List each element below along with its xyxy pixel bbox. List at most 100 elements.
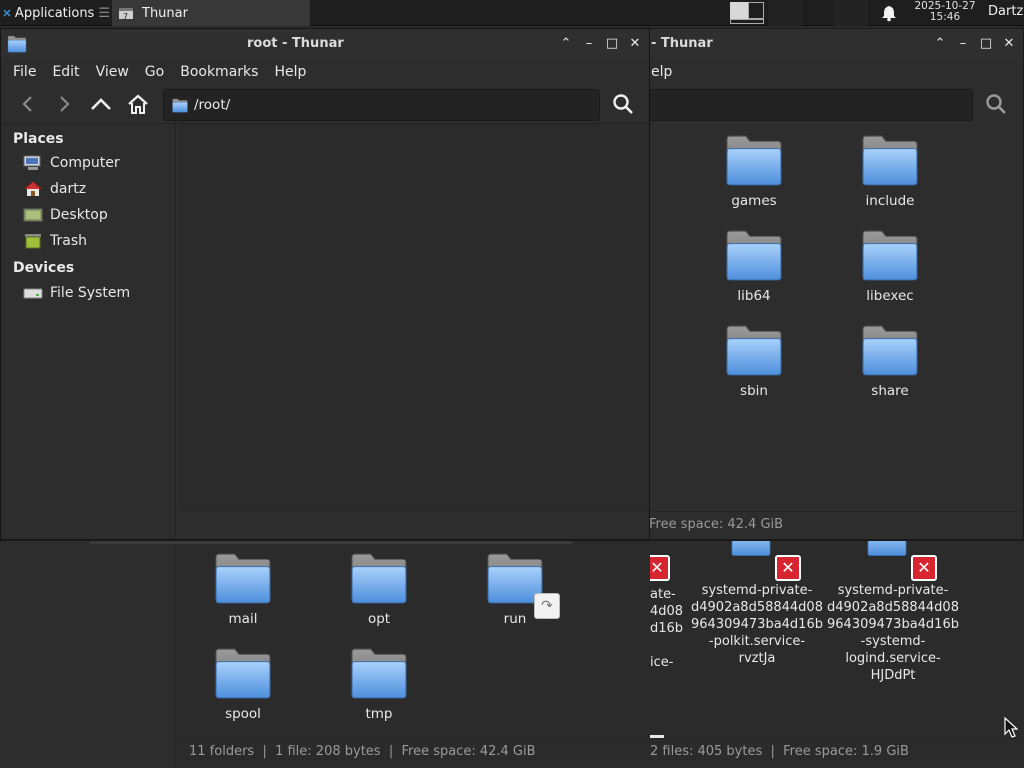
- folder-label-line: d4902a8d58844d08: [691, 600, 823, 615]
- sidebar: Places Computer dartz Desktop Trash Devi…: [1, 123, 176, 539]
- folder-item[interactable]: ↷ run: [447, 551, 583, 628]
- private-folder-item[interactable]: ✕ ate- 4d08 d16b ice-: [650, 555, 683, 671]
- sidebar-item-dartz[interactable]: dartz: [1, 176, 175, 202]
- trash-icon: [25, 234, 41, 249]
- folder-label: sbin: [740, 383, 768, 399]
- folder-icon: [725, 323, 783, 377]
- menu-file[interactable]: File: [5, 59, 44, 85]
- folder-item[interactable]: libexec: [822, 228, 958, 305]
- back-sidebar: [0, 541, 175, 768]
- panel-clock[interactable]: 2025-10-27 15:46: [906, 1, 984, 23]
- forward-button[interactable]: [49, 89, 79, 119]
- workspace-switcher[interactable]: [728, 0, 766, 26]
- folder-item[interactable]: opt: [311, 551, 447, 628]
- back-close-button[interactable]: ✕: [1000, 35, 1018, 53]
- sidebar-item-file-system[interactable]: File System: [1, 280, 175, 306]
- folder-icon: [214, 551, 272, 605]
- svg-text:7: 7: [123, 12, 128, 21]
- file-view-area[interactable]: [177, 123, 649, 511]
- search-button[interactable]: [608, 89, 638, 119]
- window-titlebar[interactable]: root - Thunar ⌃ – □ ✕: [1, 29, 649, 59]
- search-icon: [613, 94, 633, 114]
- thunar-icon: 7: [119, 8, 133, 21]
- back-right-statusbar: 2 files: 405 bytes | Free space: 1.9 GiB: [650, 738, 1024, 764]
- folder-item[interactable]: spool: [175, 646, 311, 723]
- taskbar-thunar-button[interactable]: 7 Thunar: [112, 0, 310, 26]
- clock-time: 15:46: [929, 11, 961, 23]
- top-panel: Applications ☰ 7 Thunar 2025-10-27 15:46…: [0, 0, 1024, 26]
- panel-separator: [768, 0, 802, 26]
- folder-label: include: [865, 193, 915, 209]
- folder-item[interactable]: include: [822, 133, 958, 210]
- folder-icon: [350, 646, 408, 700]
- sidebar-item-label: Trash: [50, 233, 87, 249]
- sidebar-devices-header: Devices: [13, 260, 75, 276]
- folder-icon: [172, 98, 188, 113]
- notification-bell-icon[interactable]: [880, 4, 898, 22]
- back-menu-help[interactable]: elp: [649, 59, 680, 85]
- menu-separator-icon: ☰: [98, 5, 110, 21]
- back-minimize-button[interactable]: –: [954, 35, 972, 53]
- location-path: /root/: [194, 97, 231, 113]
- arrow-right-icon: [60, 96, 70, 112]
- folder-label-line: -polkit.service-: [708, 634, 806, 649]
- shade-button[interactable]: ⌃: [557, 35, 575, 53]
- back-window-lower-area: mail opt ↷ run spool tmp ✕ ate- 4d08 d16…: [0, 540, 1024, 768]
- back-search-button[interactable]: [981, 89, 1011, 119]
- scroll-edge: [90, 541, 572, 544]
- applications-label: Applications: [14, 5, 95, 21]
- close-button[interactable]: ✕: [626, 35, 644, 53]
- folder-item[interactable]: tmp: [311, 646, 447, 723]
- tmp-folder-view: ✕ ate- 4d08 d16b ice- ✕ systemd-private-…: [650, 541, 1024, 741]
- menu-go[interactable]: Go: [137, 59, 172, 85]
- sidebar-places-header: Places: [13, 131, 64, 147]
- menu-edit[interactable]: Edit: [44, 59, 87, 85]
- folder-item[interactable]: sbin: [686, 323, 822, 400]
- menu-help[interactable]: Help: [266, 59, 314, 85]
- private-folder-item[interactable]: ✕ systemd-private- d4902a8d58844d08 9643…: [826, 541, 960, 684]
- menu-bookmarks[interactable]: Bookmarks: [172, 59, 266, 85]
- folder-item[interactable]: share: [822, 323, 958, 400]
- drive-icon: [23, 288, 43, 299]
- home-button[interactable]: [123, 89, 153, 119]
- arrow-left-icon: [22, 96, 32, 112]
- folder-label-line: ice-: [650, 655, 674, 670]
- back-middle-statusbar: Free space: 42.4 GiB: [649, 511, 1023, 537]
- back-menubar: elp: [649, 59, 1023, 85]
- search-icon: [986, 94, 1006, 114]
- private-folder-item[interactable]: ✕ systemd-private- d4902a8d58844d08 9643…: [690, 541, 824, 667]
- back-window-titlebar[interactable]: - Thunar ⌃ – □ ✕: [649, 29, 1023, 59]
- folder-label-line: -systemd-: [860, 634, 926, 649]
- back-maximize-button[interactable]: □: [977, 35, 995, 53]
- sidebar-item-label: Computer: [50, 155, 120, 171]
- applications-menu-button[interactable]: Applications ☰: [0, 0, 110, 26]
- sidebar-item-computer[interactable]: Computer: [1, 150, 175, 176]
- back-button[interactable]: [13, 89, 43, 119]
- parent-folder-button[interactable]: [86, 89, 116, 119]
- root-thunar-window: root - Thunar ⌃ – □ ✕ File Edit View Go …: [0, 28, 650, 540]
- folder-item[interactable]: mail: [175, 551, 311, 628]
- maximize-button[interactable]: □: [603, 35, 621, 53]
- folder-label: mail: [228, 611, 258, 627]
- folder-icon: [861, 133, 919, 187]
- location-bar[interactable]: /root/: [163, 89, 600, 121]
- folder-label: run: [503, 611, 527, 627]
- sidebar-item-label: File System: [50, 285, 131, 301]
- error-badge-icon: ✕: [911, 555, 937, 581]
- back-window-title: - Thunar: [651, 36, 713, 51]
- minimize-button[interactable]: –: [580, 35, 598, 53]
- folder-item[interactable]: games: [686, 133, 822, 210]
- menu-view[interactable]: View: [88, 59, 137, 85]
- sidebar-item-desktop[interactable]: Desktop: [1, 202, 175, 228]
- sidebar-item-trash[interactable]: Trash: [1, 228, 175, 254]
- sidebar-item-label: dartz: [50, 181, 87, 197]
- back-location-bar[interactable]: [647, 89, 973, 121]
- arrow-up-icon: [91, 98, 111, 110]
- folder-label-line: rvztJa: [738, 651, 776, 666]
- folder-label-line: 964309473ba4d16b: [827, 617, 959, 632]
- folder-item[interactable]: lib64: [686, 228, 822, 305]
- folder-label-line: 964309473ba4d16b: [691, 617, 823, 632]
- folder-app-icon: [7, 35, 27, 53]
- user-menu[interactable]: Dartz: [988, 4, 1023, 19]
- back-shade-button[interactable]: ⌃: [931, 35, 949, 53]
